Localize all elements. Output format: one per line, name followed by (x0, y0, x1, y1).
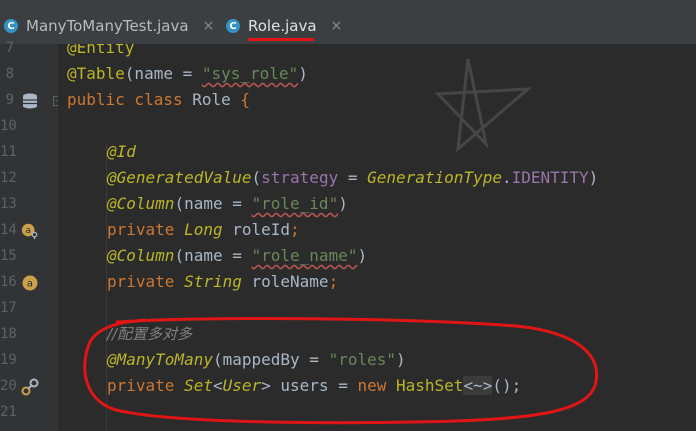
code-line-7: @Entity (67, 44, 135, 57)
tab-label: Role.java (248, 17, 317, 35)
annotation-key-icon[interactable]: a (21, 222, 39, 240)
svg-text:a: a (27, 279, 33, 290)
line-number: 12 (0, 170, 17, 186)
editor-tab-bar: C ManyToManyTest.java × C Role.java × (0, 0, 696, 45)
code-editor[interactable]: @Entity @Table(name = "sys_role") public… (58, 44, 696, 431)
close-icon[interactable]: × (331, 18, 343, 34)
tab-role[interactable]: C Role.java × (226, 10, 342, 42)
line-number: 7 (5, 40, 14, 56)
svg-text:a: a (25, 226, 31, 236)
line-number: 11 (0, 144, 17, 160)
line-number: 8 (5, 66, 14, 82)
java-class-icon: C (4, 19, 18, 33)
line-number: 19 (0, 352, 17, 368)
line-number: 16 (0, 274, 17, 290)
tab-label: ManyToManyTest.java (26, 17, 189, 35)
line-number: 17 (0, 300, 17, 316)
code-line-14: private Long roleId; (107, 220, 300, 239)
close-icon[interactable]: × (203, 18, 215, 34)
code-line-12: @GeneratedValue(strategy = GenerationTyp… (107, 168, 599, 187)
red-highlight-circle (83, 317, 599, 425)
line-number: 18 (0, 326, 17, 342)
java-class-icon: C (226, 19, 240, 33)
line-number-gutter: 7 8 9 10 11 12 13 14 15 16 17 18 19 20 2… (0, 40, 63, 431)
code-line-8: @Table(name = "sys_role") (67, 64, 308, 83)
code-line-11: @Id (107, 142, 136, 161)
red-underline-annotation (248, 38, 315, 41)
table-icon[interactable] (21, 92, 39, 110)
line-number: 14 (0, 222, 17, 238)
code-line-13: @Column(name = "role_id") (107, 194, 348, 213)
line-number: 15 (0, 248, 17, 264)
code-line-16: private String roleName; (107, 272, 339, 291)
line-number: 20 (0, 378, 17, 394)
relation-link-icon[interactable] (21, 378, 39, 396)
annotation-icon[interactable]: a (21, 274, 39, 292)
line-number: 13 (0, 196, 17, 212)
tab-manytomanytest[interactable]: C ManyToManyTest.java × (4, 10, 214, 42)
wallpaper-star-watermark (434, 58, 533, 153)
code-line-9: public class Role { (67, 90, 251, 109)
code-line-15: @Column(name = "role_name") (107, 246, 368, 265)
line-number: 10 (0, 118, 17, 134)
line-number: 9 (5, 92, 14, 108)
line-number: 21 (0, 404, 17, 420)
